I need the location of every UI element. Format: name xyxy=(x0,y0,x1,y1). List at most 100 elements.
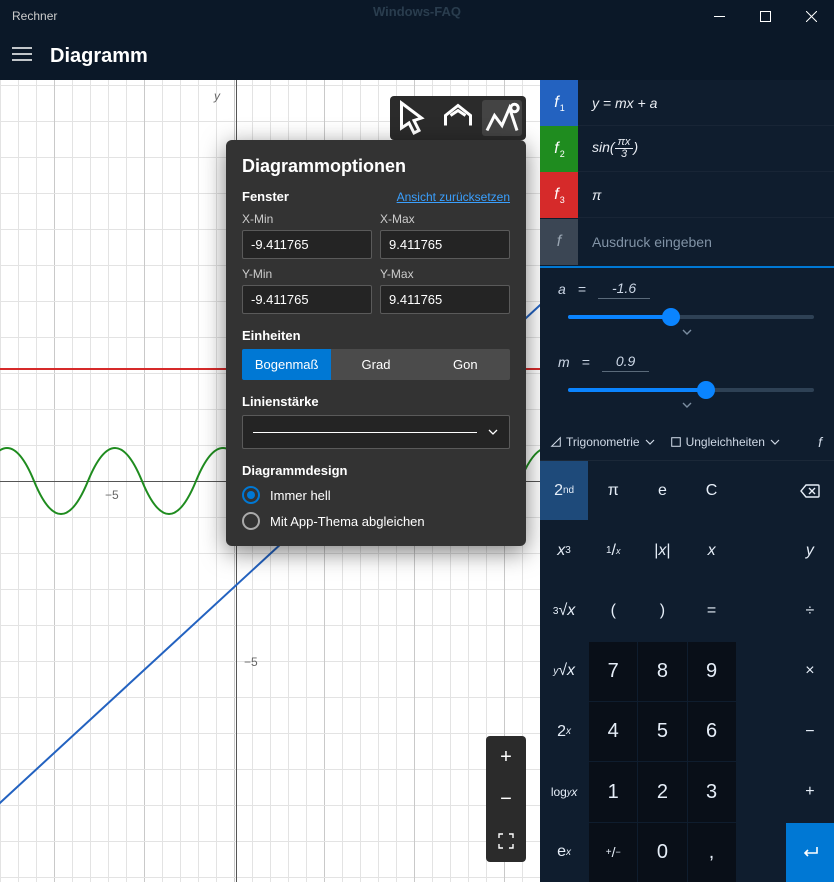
key-divide[interactable]: ÷ xyxy=(786,582,834,641)
function-2-badge: f2 xyxy=(540,126,578,172)
key-2pow[interactable]: 2x xyxy=(540,702,588,761)
function-row-2[interactable]: f2 sin(πx3) xyxy=(540,126,834,172)
key-paren-close[interactable]: ) xyxy=(638,582,686,641)
window-maximize-button[interactable] xyxy=(742,0,788,32)
thickness-select[interactable] xyxy=(242,415,510,449)
graph-options-button[interactable] xyxy=(482,100,522,136)
key-8[interactable]: 8 xyxy=(638,642,686,701)
function-row-3[interactable]: f3 π xyxy=(540,172,834,218)
key-4[interactable]: 4 xyxy=(589,702,637,761)
chevron-down-icon xyxy=(487,426,499,438)
expression-add-badge: f xyxy=(540,219,578,265)
key-blank-5 xyxy=(737,702,785,761)
x-tick-neg5: −5 xyxy=(105,488,119,502)
function-1-badge: f1 xyxy=(540,80,578,126)
zoom-in-button[interactable]: + xyxy=(486,736,526,778)
key-multiply[interactable]: × xyxy=(786,642,834,701)
key-blank-2 xyxy=(737,521,785,580)
key-backspace[interactable] xyxy=(786,461,834,520)
key-9[interactable]: 9 xyxy=(688,642,736,701)
window-section-label: Fenster xyxy=(242,189,289,204)
key-blank-1 xyxy=(737,461,785,520)
key-blank-6 xyxy=(737,762,785,821)
key-minus[interactable]: − xyxy=(786,702,834,761)
expression-input-row[interactable]: f Ausdruck eingeben xyxy=(540,218,834,266)
key-plus[interactable]: + xyxy=(786,762,834,821)
chevron-down-icon xyxy=(644,436,656,448)
key-reciprocal[interactable]: 1/x xyxy=(589,521,637,580)
xmin-label: X-Min xyxy=(242,212,372,226)
y-axis-label: y xyxy=(214,89,220,103)
reset-view-link[interactable]: Ansicht zurücksetzen xyxy=(397,190,510,204)
key-5[interactable]: 5 xyxy=(638,702,686,761)
key-e[interactable]: e xyxy=(638,461,686,520)
graph-canvas[interactable]: /*grid lines*/ y −5 −5 + − Diagrammoptio… xyxy=(0,80,540,882)
zoom-out-button[interactable]: − xyxy=(486,778,526,820)
key-2nd[interactable]: 2nd xyxy=(540,461,588,520)
fit-view-button[interactable] xyxy=(486,820,526,862)
ymax-input[interactable] xyxy=(380,285,510,314)
window-minimize-button[interactable] xyxy=(696,0,742,32)
unit-radians-button[interactable]: Bogenmaß xyxy=(242,349,331,380)
key-equals[interactable]: = xyxy=(688,582,736,641)
keypad: 2nd π e C x3 1/x |x| x y 3√x ( ) = ÷ y√x… xyxy=(540,461,834,882)
xmax-input[interactable] xyxy=(380,230,510,259)
sidebar: f1 y = mx + a f2 sin(πx3) f3 π f Ausdruc… xyxy=(540,80,834,882)
function-3-badge: f3 xyxy=(540,172,578,218)
slider-m-expand[interactable] xyxy=(558,398,816,416)
units-label: Einheiten xyxy=(242,328,510,343)
function-1-expr: y = mx + a xyxy=(578,95,834,111)
key-3[interactable]: 3 xyxy=(688,762,736,821)
key-6[interactable]: 6 xyxy=(688,702,736,761)
key-logy[interactable]: logyx xyxy=(540,762,588,821)
zoom-controls: + − xyxy=(486,736,526,862)
pointer-tool-button[interactable] xyxy=(394,100,434,136)
key-paren-open[interactable]: ( xyxy=(589,582,637,641)
slider-m[interactable]: m=0.9 xyxy=(558,351,816,416)
trig-chip[interactable]: Trigonometrie xyxy=(546,432,660,452)
unit-degrees-button[interactable]: Grad xyxy=(331,349,420,380)
ymax-label: Y-Max xyxy=(380,267,510,281)
key-y[interactable]: y xyxy=(786,521,834,580)
key-0[interactable]: 0 xyxy=(638,823,686,882)
theme-light-radio[interactable]: Immer hell xyxy=(242,486,510,504)
function-row-1[interactable]: f1 y = mx + a xyxy=(540,80,834,126)
slider-m-value: 0.9 xyxy=(602,351,649,372)
expression-placeholder: Ausdruck eingeben xyxy=(578,234,712,250)
key-blank-3 xyxy=(737,582,785,641)
key-7[interactable]: 7 xyxy=(589,642,637,701)
key-blank-7 xyxy=(737,823,785,882)
key-cuberoot[interactable]: 3√x xyxy=(540,582,588,641)
menu-button[interactable] xyxy=(12,47,32,66)
functions-chip[interactable]: f xyxy=(818,434,828,450)
slider-a-expand[interactable] xyxy=(558,325,816,343)
key-abs[interactable]: |x| xyxy=(638,521,686,580)
key-cube[interactable]: x3 xyxy=(540,521,588,580)
key-clear[interactable]: C xyxy=(688,461,736,520)
unit-gradians-button[interactable]: Gon xyxy=(421,349,510,380)
key-pi[interactable]: π xyxy=(589,461,637,520)
page-title: Diagramm xyxy=(50,45,148,68)
key-negate[interactable]: +/− xyxy=(589,823,637,882)
share-button[interactable] xyxy=(438,100,478,136)
key-nthroot[interactable]: y√x xyxy=(540,642,588,701)
function-2-expr: sin(πx3) xyxy=(578,137,834,160)
window-close-button[interactable] xyxy=(788,0,834,32)
key-enter[interactable] xyxy=(786,823,834,882)
chevron-down-icon xyxy=(769,436,781,448)
slider-a[interactable]: a=-1.6 xyxy=(558,278,816,343)
key-x[interactable]: x xyxy=(688,521,736,580)
inequality-chip[interactable]: Ungleichheiten xyxy=(666,432,785,452)
ymin-input[interactable] xyxy=(242,285,372,314)
theme-app-radio[interactable]: Mit App-Thema abgleichen xyxy=(242,512,510,530)
key-1[interactable]: 1 xyxy=(589,762,637,821)
thickness-label: Linienstärke xyxy=(242,394,510,409)
key-comma[interactable]: , xyxy=(688,823,736,882)
ymin-label: Y-Min xyxy=(242,267,372,281)
category-chips: Trigonometrie Ungleichheiten f xyxy=(540,424,834,461)
xmin-input[interactable] xyxy=(242,230,372,259)
key-2[interactable]: 2 xyxy=(638,762,686,821)
key-epow[interactable]: ex xyxy=(540,823,588,882)
slider-a-value: -1.6 xyxy=(598,278,650,299)
xmax-label: X-Max xyxy=(380,212,510,226)
